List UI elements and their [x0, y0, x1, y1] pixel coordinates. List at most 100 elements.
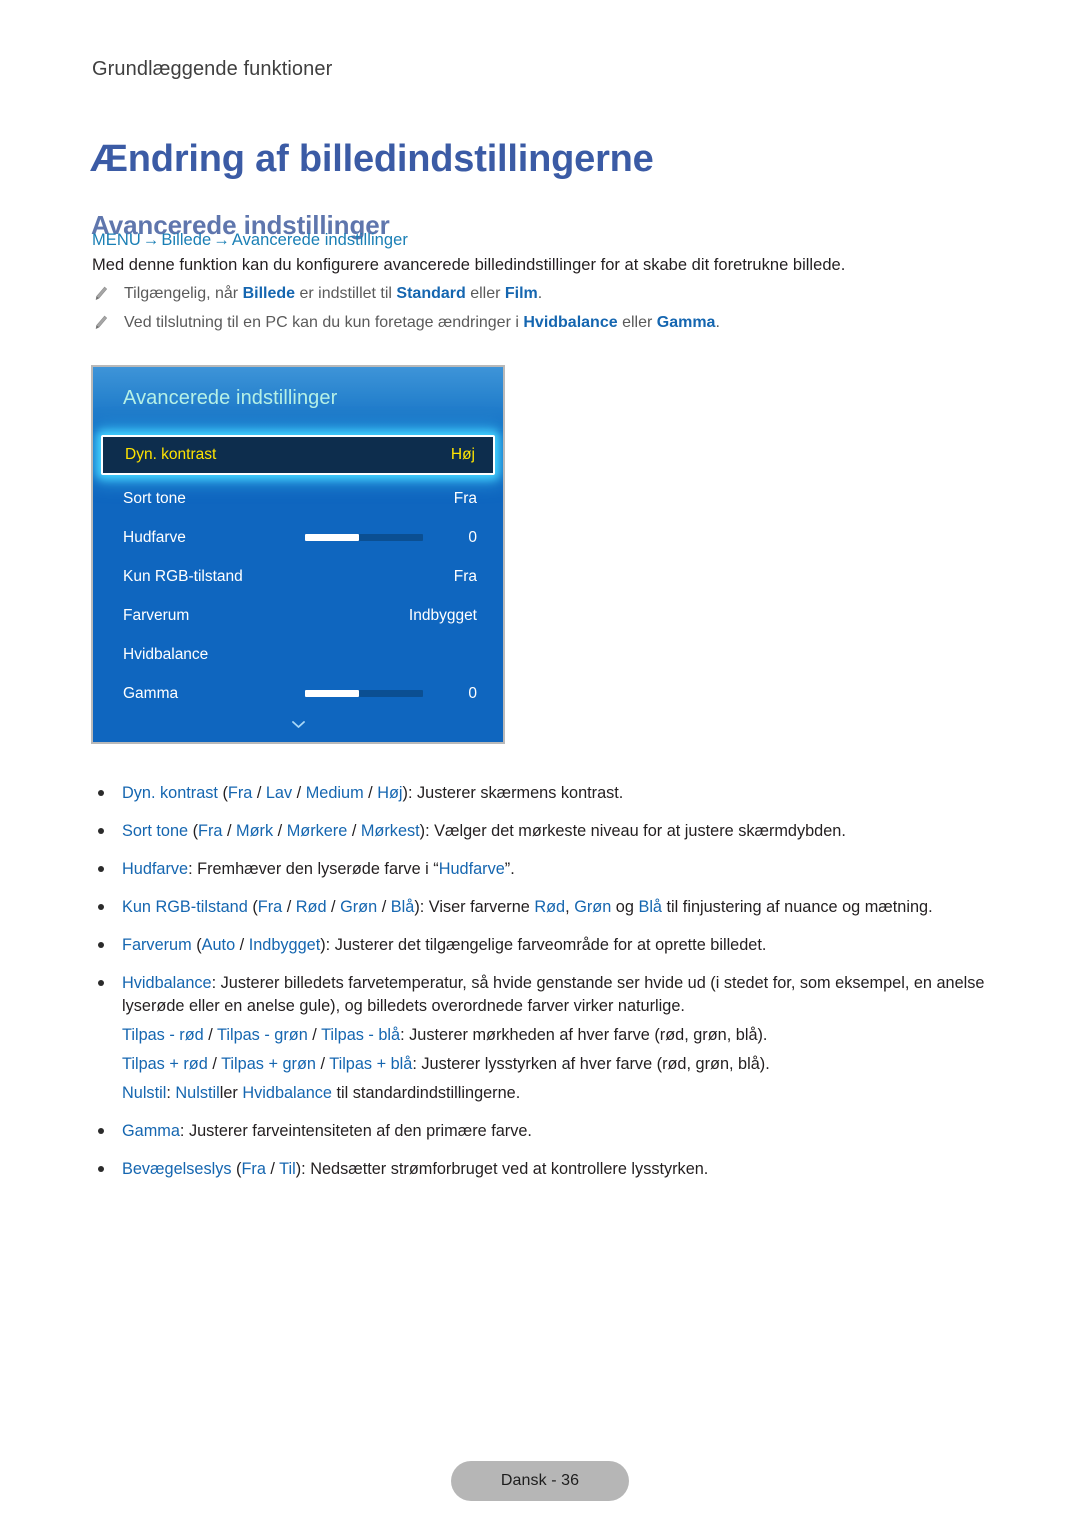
feature-description-list: Dyn. kontrast (Fra / Lav / Medium / Høj)… [92, 782, 992, 1196]
tv-menu-row-kun-rgb-tilstand[interactable]: Kun RGB-tilstand Fra [93, 557, 503, 596]
inline-link: Fra [241, 1160, 266, 1178]
bullet-text: Hudfarve: Fremhæver den lyserøde farve i… [122, 860, 515, 878]
bullet-sort-tone: Sort tone (Fra / Mørk / Mørkere / Mørkes… [92, 820, 992, 843]
gamma-slider[interactable] [305, 690, 423, 697]
tv-menu-row-hvidbalance[interactable]: Hvidbalance [93, 635, 503, 674]
menu-path-level2: Avancerede indstillinger [231, 231, 408, 249]
bullet-kun-rgb-tilstand: Kun RGB-tilstand (Fra / Rød / Grøn / Blå… [92, 896, 992, 919]
note-link: Gamma [656, 314, 716, 331]
inline-link: Tilpas - blå [321, 1026, 401, 1044]
bullet-marker [98, 1128, 104, 1134]
bullet-text: Sort tone (Fra / Mørk / Mørkere / Mørkes… [122, 822, 846, 840]
tv-menu-row-dyn-kontrast[interactable]: Dyn. kontrast Høj [101, 435, 495, 475]
pencil-icon [94, 286, 108, 301]
bullet-dyn-kontrast: Dyn. kontrast (Fra / Lav / Medium / Høj)… [92, 782, 992, 805]
inline-link: Nulstil [122, 1084, 167, 1102]
note-text-fragment: Tilgængelig, når [124, 285, 243, 302]
inline-link: Grøn [340, 898, 378, 916]
inline-link: Tilpas - rød [122, 1026, 204, 1044]
inline-link: Høj [377, 784, 403, 802]
chevron-down-icon [291, 718, 305, 728]
note-text-fragment: eller [465, 285, 505, 302]
inline-link: Indbygget [248, 936, 321, 954]
bullet-gamma: Gamma: Justerer farveintensiteten af den… [92, 1120, 992, 1143]
inline-link: Nulstil [175, 1084, 220, 1102]
bullet-subline-nulstil: Nulstil: Nulstiller Hvidbalance til stan… [122, 1084, 521, 1102]
note-item: Tilgængelig, når Billede er indstillet t… [92, 283, 992, 305]
pencil-icon [94, 315, 108, 330]
intro-paragraph: Med denne funktion kan du konfigurere av… [92, 256, 846, 274]
tv-menu-row-value: Indbygget [408, 606, 477, 624]
inline-link: Fra [257, 898, 283, 916]
slider-fill [305, 690, 360, 697]
tv-menu-row-value: 0 [468, 684, 477, 702]
tv-menu-row-farverum[interactable]: Farverum Indbygget [93, 596, 503, 635]
inline-link: Mørkest [360, 822, 420, 840]
tv-menu-row-label: Dyn. kontrast [125, 446, 217, 463]
inline-link: Tilpas + rød [122, 1055, 208, 1073]
bullet-bevaegelseslys: Bevægelseslys (Fra / Til): Nedsætter str… [92, 1158, 992, 1181]
note-link: Billede [242, 285, 296, 302]
tv-menu-row-sort-tone[interactable]: Sort tone Fra [93, 479, 503, 518]
inline-link: Tilpas - grøn [217, 1026, 308, 1044]
inline-link: Lav [265, 784, 293, 802]
inline-link: Medium [305, 784, 364, 802]
tv-menu-row-value: Fra [453, 489, 477, 507]
bullet-hvidbalance: Hvidbalance: Justerer billedets farvetem… [92, 972, 992, 1105]
bullet-marker [98, 1166, 104, 1172]
breadcrumb: Grundlæggende funktioner [92, 58, 333, 80]
inline-link: Blå [638, 898, 662, 916]
bullet-marker [98, 828, 104, 834]
note-text-fragment: eller [617, 314, 657, 331]
note-link: Standard [396, 285, 466, 302]
note-item: Ved tilslutning til en PC kan du kun for… [92, 312, 992, 334]
bullet-marker [98, 980, 104, 986]
inline-link: Dyn. kontrast [122, 784, 218, 802]
tv-menu-row-label: Gamma [123, 684, 179, 702]
note-text-fragment: . [537, 285, 543, 302]
notes-list: Tilgængelig, når Billede er indstillet t… [92, 283, 992, 341]
page-title: Ændring af billedindstillingerne [90, 138, 654, 181]
bullet-subline-tilpas-minus: Tilpas - rød / Tilpas - grøn / Tilpas - … [122, 1026, 768, 1044]
tv-menu-list: Dyn. kontrast Høj Sort tone Fra Hudfarve… [93, 435, 503, 730]
tv-menu-scroll-indicator[interactable] [93, 713, 503, 730]
slider-fill [305, 534, 360, 541]
inline-link: Til [279, 1160, 296, 1178]
menu-path-arrow-1: → [142, 231, 160, 249]
note-text-fragment: . [715, 314, 720, 331]
tv-menu-row-label: Farverum [123, 606, 190, 624]
tv-menu-row-value: Høj [450, 446, 475, 463]
tv-menu-row-label: Hudfarve [123, 528, 186, 546]
note-text: Tilgængelig, når Billede er indstillet t… [124, 285, 542, 302]
menu-path-arrow-2: → [213, 231, 230, 249]
bullet-text: Farverum (Auto / Indbygget): Justerer de… [122, 936, 767, 954]
tv-menu-row-value: Fra [453, 567, 477, 585]
tv-menu-row-label: Hvidbalance [123, 645, 209, 663]
menu-path-level1: Billede [161, 231, 212, 249]
note-text-fragment: er indstillet til [295, 285, 397, 302]
inline-link: Auto [201, 936, 236, 954]
bullet-subline-tilpas-plus: Tilpas + rød / Tilpas + grøn / Tilpas + … [122, 1055, 770, 1073]
bullet-marker [98, 942, 104, 948]
bullet-text: Hvidbalance: Justerer billedets farvetem… [122, 974, 985, 1015]
manual-page: Grundlæggende funktioner Ændring af bill… [0, 0, 1080, 1534]
tv-menu-row-hudfarve[interactable]: Hudfarve 0 [93, 518, 503, 557]
inline-link: Farverum [122, 936, 192, 954]
hudfarve-slider[interactable] [305, 534, 423, 541]
tv-menu-title: Avancerede indstillinger [123, 387, 338, 409]
inline-link: Hvidbalance [122, 974, 212, 992]
note-text-fragment: Ved tilslutning til en PC kan du kun for… [124, 314, 524, 331]
inline-link: Sort tone [122, 822, 189, 840]
inline-link: Hudfarve [438, 860, 505, 878]
inline-link: Tilpas + grøn [221, 1055, 316, 1073]
tv-menu-panel: Avancerede indstillinger Dyn. kontrast H… [91, 365, 505, 744]
tv-menu-header: Avancerede indstillinger [93, 367, 503, 430]
inline-link: Kun RGB-tilstand [122, 898, 248, 916]
inline-link: Fra [227, 784, 253, 802]
note-link: Hvidbalance [523, 314, 618, 331]
tv-menu-row-value: 0 [468, 528, 477, 546]
inline-link: Tilpas + blå [329, 1055, 413, 1073]
tv-menu-row-gamma[interactable]: Gamma 0 [93, 674, 503, 713]
bullet-farverum: Farverum (Auto / Indbygget): Justerer de… [92, 934, 992, 957]
inline-link: Mørkere [286, 822, 348, 840]
